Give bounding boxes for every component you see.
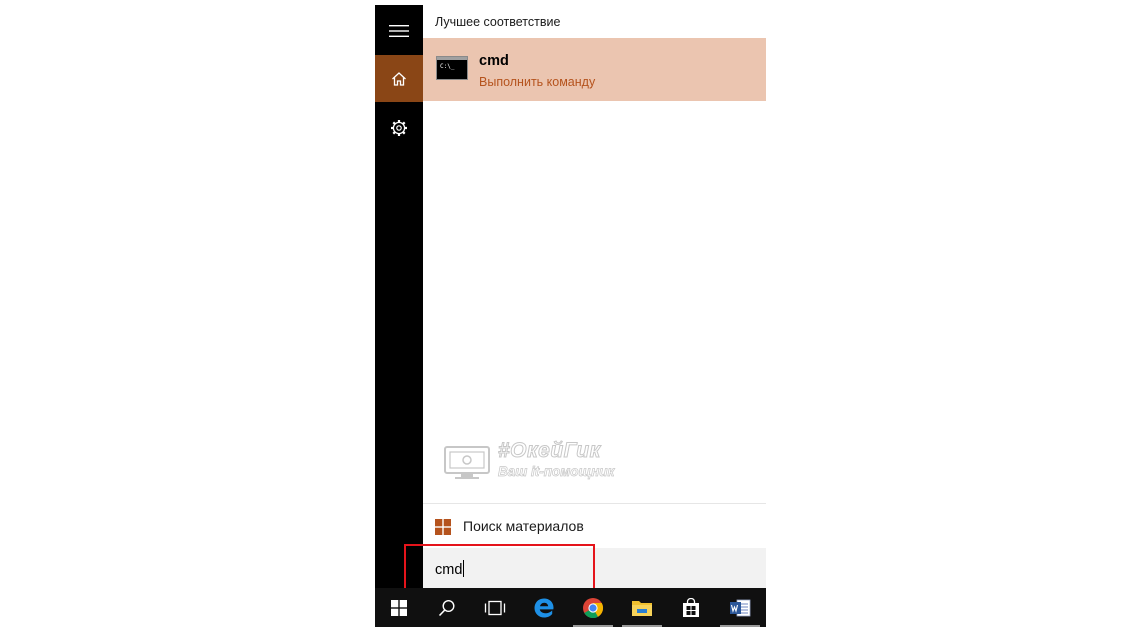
watermark-subtitle: Ваш it-помощник (498, 464, 615, 480)
edge-taskbar-button[interactable] (520, 588, 568, 627)
watermark-title: #ОкейГик (498, 439, 601, 463)
file-explorer-taskbar-button[interactable] (618, 588, 666, 627)
cmd-icon-titlebar (437, 57, 467, 60)
task-view-icon (484, 600, 506, 615)
search-results: Лучшее соответствие C:\_ cmd Выполнить к… (423, 5, 766, 588)
store-icon (683, 597, 699, 617)
search-materials-button[interactable]: Поиск материалов (423, 511, 766, 543)
store-taskbar-button[interactable] (667, 588, 715, 627)
taskbar-search-button[interactable] (423, 588, 471, 627)
best-match-subtitle: Выполнить команду (479, 75, 596, 89)
divider (423, 503, 766, 504)
cmd-icon: C:\_ (436, 56, 468, 80)
cmd-icon-prompt: C:\_ (440, 63, 455, 70)
best-match-item[interactable]: C:\_ cmd Выполнить команду (423, 38, 766, 101)
search-icon (438, 599, 455, 616)
hamburger-menu-button[interactable] (375, 7, 423, 54)
chrome-taskbar-button[interactable] (569, 588, 617, 627)
gear-icon (391, 119, 407, 136)
start-rail (375, 5, 423, 588)
start-button[interactable] (375, 588, 423, 627)
watermark: #ОкейГик Ваш it-помощник (443, 439, 623, 489)
windows-start-icon (391, 599, 407, 616)
home-icon (392, 71, 406, 86)
word-icon (730, 599, 751, 616)
task-view-button[interactable] (471, 588, 519, 627)
edge-icon (534, 598, 554, 617)
hamburger-menu-icon (389, 24, 409, 37)
search-highlight-frame (404, 544, 595, 592)
monitor-icon (444, 446, 490, 479)
file-explorer-icon (632, 600, 652, 616)
best-match-title: cmd (479, 53, 509, 69)
search-materials-label: Поиск материалов (463, 518, 584, 534)
windows-logo-icon (435, 519, 451, 535)
taskbar (375, 588, 766, 627)
best-match-header: Лучшее соответствие (435, 15, 561, 29)
start-menu-panel: Лучшее соответствие C:\_ cmd Выполнить к… (375, 5, 766, 588)
chrome-icon (583, 597, 604, 618)
word-taskbar-button[interactable] (716, 588, 764, 627)
home-button[interactable] (375, 55, 423, 102)
settings-button[interactable] (375, 104, 423, 151)
